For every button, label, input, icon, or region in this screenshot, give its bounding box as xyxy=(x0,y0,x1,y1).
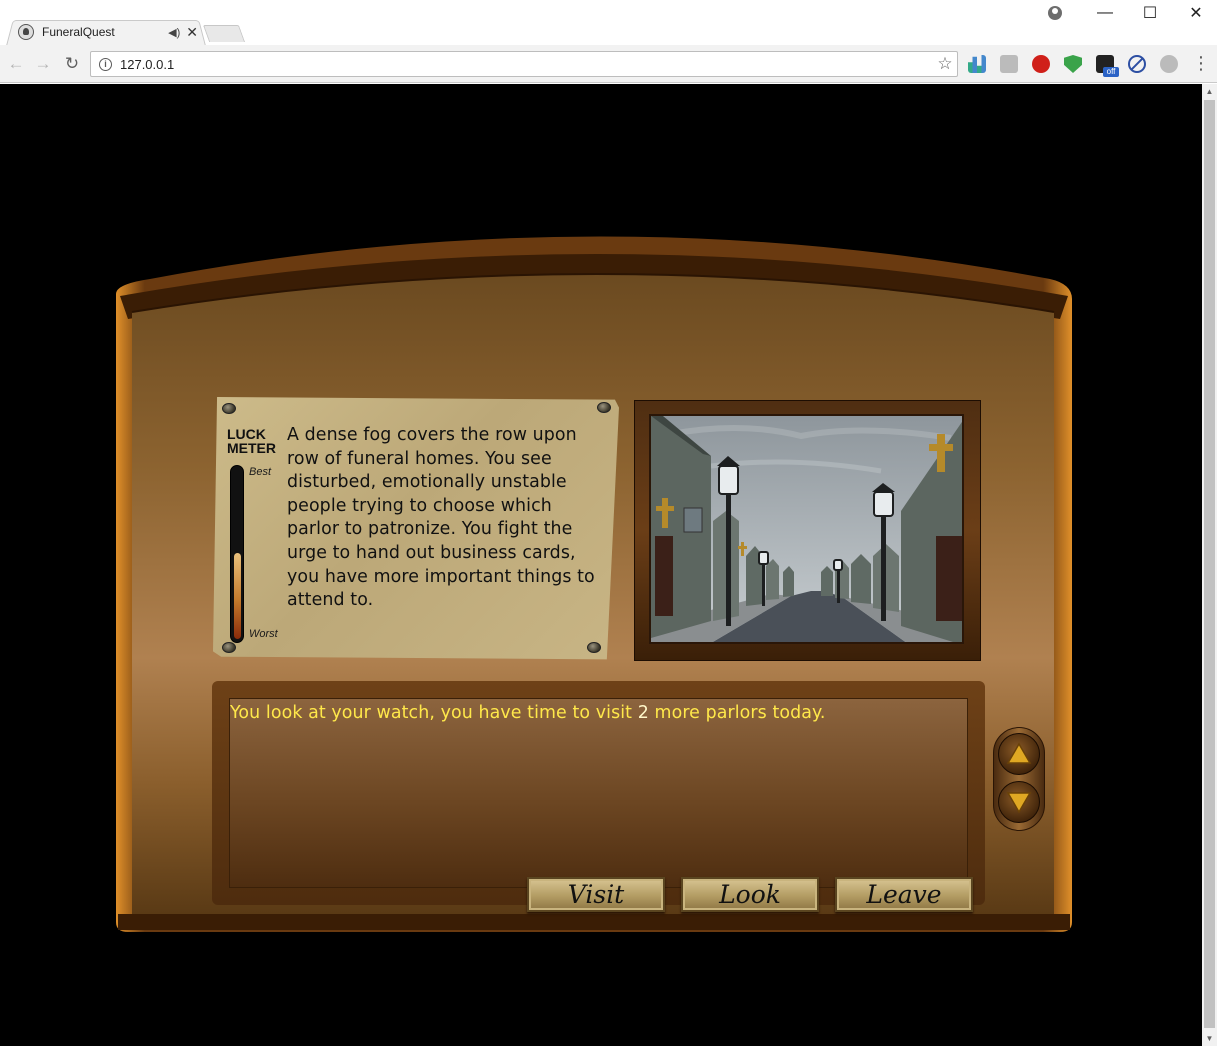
chart-extension-icon[interactable] xyxy=(968,55,986,73)
bookmark-star-icon[interactable]: ☆ xyxy=(933,54,957,74)
info-icon[interactable]: i xyxy=(99,57,112,71)
minimize-button[interactable]: — xyxy=(1090,2,1120,24)
tab-close-icon[interactable]: ✕ xyxy=(186,24,198,41)
tack-icon xyxy=(222,403,236,414)
scrollbar-thumb[interactable] xyxy=(1204,100,1215,1028)
browser-menu-icon[interactable]: ⋮ xyxy=(1192,54,1210,74)
window-close-button[interactable]: ✕ xyxy=(1181,2,1211,24)
message-prefix: You look at your watch, you have time to… xyxy=(230,703,638,723)
block-extension-icon[interactable] xyxy=(1128,55,1146,73)
look-button[interactable]: Look xyxy=(681,877,819,912)
page-viewport: LUCK METER Best Worst A dense fog covers… xyxy=(0,84,1202,1046)
forward-arrow-icon[interactable]: → xyxy=(32,53,54,75)
street-scene-image xyxy=(649,414,964,644)
maximize-button[interactable]: ☐ xyxy=(1135,2,1165,24)
extension-off-badge: off xyxy=(1103,67,1119,77)
luck-meter-gauge xyxy=(230,465,244,643)
message-suffix: more parlors today. xyxy=(648,703,826,723)
scroll-down-button[interactable] xyxy=(998,781,1040,823)
tack-icon xyxy=(597,402,611,413)
game-frame: LUCK METER Best Worst A dense fog covers… xyxy=(0,84,1202,1046)
url-text[interactable]: 127.0.0.1 xyxy=(120,57,933,72)
visit-button[interactable]: Visit xyxy=(527,877,665,912)
browser-toolbar: ← → ↻ i 127.0.0.1 ☆ off ⋮ xyxy=(0,45,1217,83)
tab-title: FuneralQuest xyxy=(42,25,115,39)
scene-description: A dense fog covers the row upon row of f… xyxy=(287,425,595,611)
new-tab-button[interactable] xyxy=(202,25,246,42)
skull-favicon-icon xyxy=(18,24,34,40)
luck-meter-worst-label: Worst xyxy=(249,628,278,640)
page-scrollbar[interactable]: ▲ ▼ xyxy=(1202,84,1217,1046)
up-arrow-icon xyxy=(1006,742,1032,764)
back-arrow-icon[interactable]: ← xyxy=(5,53,27,75)
scroll-up-button[interactable] xyxy=(998,733,1040,775)
funeral-street-illustration xyxy=(651,416,962,642)
browser-tab-content[interactable]: FuneralQuest ◀) ✕ xyxy=(18,22,198,42)
address-bar[interactable]: i 127.0.0.1 ☆ xyxy=(90,51,958,77)
profile-button[interactable] xyxy=(1040,2,1070,24)
dictionary-extension-icon[interactable] xyxy=(1000,55,1018,73)
luck-meter-title: LUCK METER xyxy=(227,426,276,456)
speaker-icon[interactable]: ◀) xyxy=(168,26,180,39)
tack-icon xyxy=(222,642,236,653)
opera-extension-icon[interactable] xyxy=(1032,55,1050,73)
shield-extension-icon[interactable] xyxy=(1064,55,1082,73)
luck-meter-fill xyxy=(234,553,241,639)
browser-titlebar: FuneralQuest ◀) ✕ — ☐ ✕ xyxy=(0,0,1217,46)
message-text: You look at your watch, you have time to… xyxy=(230,703,826,723)
puzzle-extension-icon[interactable] xyxy=(1160,55,1178,73)
tack-icon xyxy=(587,642,601,653)
down-arrow-icon xyxy=(1006,792,1032,814)
leave-button[interactable]: Leave xyxy=(835,877,973,912)
remaining-parlors-count: 2 xyxy=(637,703,649,723)
profile-icon xyxy=(1048,6,1062,20)
message-console xyxy=(229,698,968,888)
scrollbar-up-arrow-icon[interactable]: ▲ xyxy=(1202,84,1217,99)
scrollbar-down-arrow-icon[interactable]: ▼ xyxy=(1202,1031,1217,1046)
reload-icon[interactable]: ↻ xyxy=(61,53,83,75)
luck-meter-best-label: Best xyxy=(249,466,272,478)
